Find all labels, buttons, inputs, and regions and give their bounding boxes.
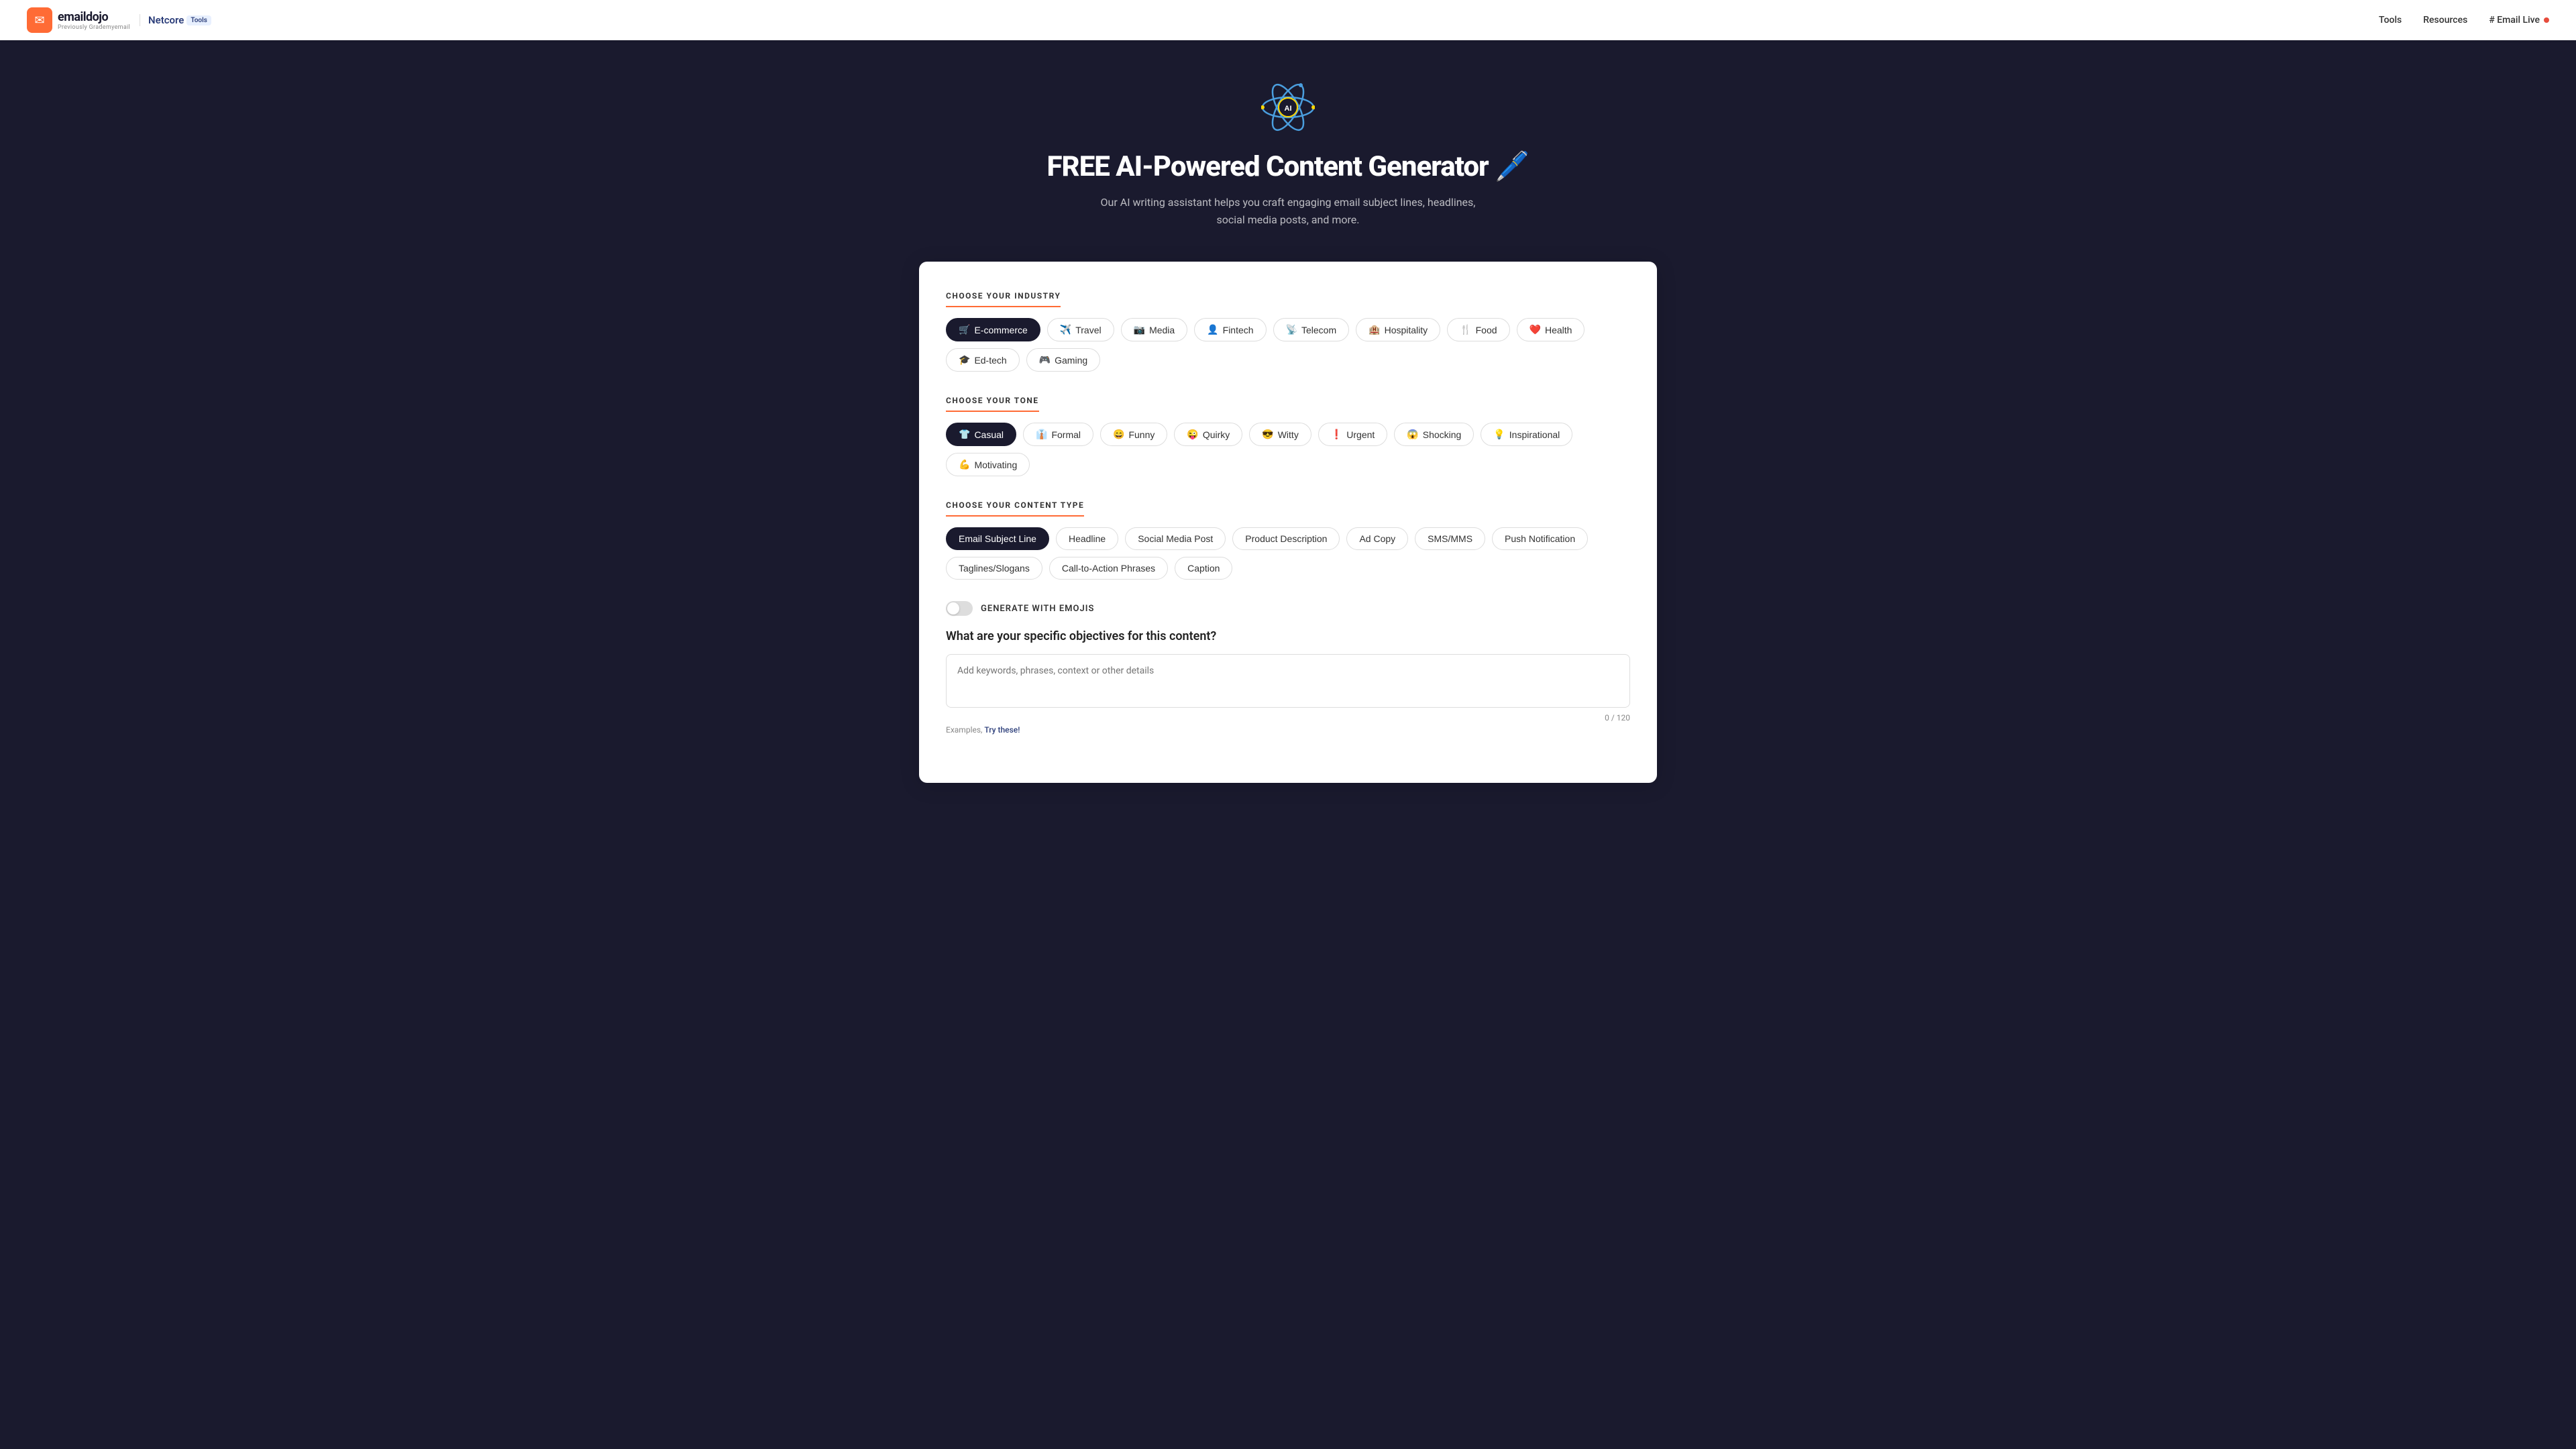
hero-subtitle: Our AI writing assistant helps you craft… — [1087, 194, 1489, 228]
industry-pill-icon: ✈️ — [1060, 324, 1071, 335]
industry-pill-ed-tech[interactable]: 🎓Ed-tech — [946, 348, 1020, 372]
examples-link: Examples, Try these! — [946, 725, 1630, 735]
tone-pill-icon: 😜 — [1187, 429, 1198, 440]
tone-section: CHOOSE YOUR TONE 👕Casual 👔Formal 😄Funny 😜Qu… — [946, 393, 1630, 476]
tone-section-title: CHOOSE YOUR TONE — [946, 396, 1039, 412]
tone-pill-icon: 😎 — [1262, 429, 1273, 440]
content-pill-call-to-action-phrases[interactable]: Call-to-Action Phrases — [1049, 557, 1168, 580]
tone-pill-shocking[interactable]: 😱Shocking — [1394, 423, 1474, 446]
tone-pill-icon: 😱 — [1407, 429, 1418, 440]
objectives-title: What are your specific objectives for th… — [946, 629, 1630, 643]
content-type-section-title: CHOOSE YOUR CONTENT TYPE — [946, 500, 1084, 517]
tone-pill-icon: 👔 — [1036, 429, 1047, 440]
tone-pill-icon: ❗ — [1331, 429, 1342, 440]
industry-pill-food[interactable]: 🍴Food — [1447, 318, 1509, 341]
tone-pill-icon: 💡 — [1493, 429, 1505, 440]
industry-pill-icon: 🛒 — [959, 324, 970, 335]
emojis-toggle-switch[interactable] — [946, 601, 973, 616]
industry-pill-media[interactable]: 📷Media — [1121, 318, 1188, 341]
tone-pill-icon: 😄 — [1113, 429, 1124, 440]
live-dot — [2544, 17, 2549, 23]
content-type-pills: Email Subject Line Headline Social Media P… — [946, 527, 1630, 580]
tone-pill-icon: 👕 — [959, 429, 970, 440]
tools-badge: Tools — [186, 15, 211, 25]
nav-resources[interactable]: Resources — [2423, 15, 2467, 25]
ai-atom-svg: AI — [1261, 80, 1315, 134]
industry-pill-e-commerce[interactable]: 🛒E-commerce — [946, 318, 1040, 341]
nav-tools[interactable]: Tools — [2379, 15, 2402, 25]
tone-pill-funny[interactable]: 😄Funny — [1100, 423, 1167, 446]
content-pill-product-description[interactable]: Product Description — [1232, 527, 1340, 550]
email-live-label: # Email Live — [2489, 15, 2540, 25]
tone-pill-quirky[interactable]: 😜Quirky — [1174, 423, 1242, 446]
char-count: 0 / 120 — [946, 713, 1630, 722]
content-type-section: CHOOSE YOUR CONTENT TYPE Email Subject L… — [946, 498, 1630, 580]
netcore-badge: Netcore Tools — [140, 14, 211, 26]
logo-sub-text: Previously Grademyemail — [58, 24, 130, 31]
industry-section-title: CHOOSE YOUR INDUSTRY — [946, 291, 1061, 307]
hero-title: FREE AI-Powered Content Generator 🖊️ — [27, 150, 2549, 183]
content-pill-sms-mms[interactable]: SMS/MMS — [1415, 527, 1485, 550]
objectives-input[interactable] — [946, 654, 1630, 708]
svg-text:AI: AI — [1285, 105, 1292, 113]
industry-pill-travel[interactable]: ✈️Travel — [1047, 318, 1114, 341]
logo-main-text: emaildojo — [58, 10, 130, 24]
tone-pill-casual[interactable]: 👕Casual — [946, 423, 1016, 446]
industry-pill-icon: 🍴 — [1460, 324, 1471, 335]
emojis-toggle-label: GENERATE WITH EMOJIS — [981, 604, 1094, 614]
industry-pill-fintech[interactable]: 👤Fintech — [1194, 318, 1266, 341]
industry-pill-icon: ❤️ — [1529, 324, 1541, 335]
navbar-nav: Tools Resources # Email Live — [2379, 15, 2549, 25]
industry-section: CHOOSE YOUR INDUSTRY 🛒E-commerce ✈️Travel… — [946, 288, 1630, 372]
objectives-section: What are your specific objectives for th… — [946, 629, 1630, 735]
content-pill-email-subject-line[interactable]: Email Subject Line — [946, 527, 1049, 550]
industry-pill-icon: 🎮 — [1039, 354, 1051, 366]
navbar: ✉ emaildojo Previously Grademyemail Netc… — [0, 0, 2576, 40]
content-pill-social-media-post[interactable]: Social Media Post — [1125, 527, 1226, 550]
tone-pill-formal[interactable]: 👔Formal — [1023, 423, 1093, 446]
logo-icon: ✉ — [27, 7, 52, 33]
content-pill-caption[interactable]: Caption — [1175, 557, 1232, 580]
content-pill-taglines-slogans[interactable]: Taglines/Slogans — [946, 557, 1042, 580]
logo-mark: ✉ emaildojo Previously Grademyemail — [27, 7, 130, 33]
email-live-link[interactable]: # Email Live — [2489, 15, 2549, 25]
industry-pill-icon: 🎓 — [959, 354, 970, 366]
industry-pill-health[interactable]: ❤️Health — [1517, 318, 1585, 341]
try-these-link[interactable]: Try these! — [984, 725, 1020, 735]
logo-text-block: emaildojo Previously Grademyemail — [58, 10, 130, 31]
content-pill-push-notification[interactable]: Push Notification — [1492, 527, 1588, 550]
industry-pill-icon: 👤 — [1207, 324, 1218, 335]
tone-pill-inspirational[interactable]: 💡Inspirational — [1481, 423, 1572, 446]
content-pill-ad-copy[interactable]: Ad Copy — [1346, 527, 1408, 550]
main-card: CHOOSE YOUR INDUSTRY 🛒E-commerce ✈️Travel… — [919, 262, 1657, 783]
netcore-text: Netcore — [148, 14, 184, 26]
industry-pill-icon: 📷 — [1134, 324, 1145, 335]
content-pill-headline[interactable]: Headline — [1056, 527, 1118, 550]
hero-section: AI FREE AI-Powered Content Generator 🖊️ … — [0, 40, 2576, 282]
tone-pills: 👕Casual 👔Formal 😄Funny 😜Quirky 😎Witty ❗Urgent… — [946, 423, 1630, 476]
industry-pill-icon: 📡 — [1286, 324, 1297, 335]
industry-pill-gaming[interactable]: 🎮Gaming — [1026, 348, 1100, 372]
industry-pill-icon: 🏨 — [1368, 324, 1380, 335]
logo-area: ✉ emaildojo Previously Grademyemail Netc… — [27, 7, 211, 33]
tone-pill-witty[interactable]: 😎Witty — [1249, 423, 1311, 446]
hero-icon: AI — [27, 80, 2549, 137]
tone-pill-icon: 💪 — [959, 459, 970, 470]
industry-pills: 🛒E-commerce ✈️Travel 📷Media 👤Fintech 📡Teleco… — [946, 318, 1630, 372]
tone-pill-motivating[interactable]: 💪Motivating — [946, 453, 1030, 476]
industry-pill-hospitality[interactable]: 🏨Hospitality — [1356, 318, 1440, 341]
industry-pill-telecom[interactable]: 📡Telecom — [1273, 318, 1350, 341]
tone-pill-urgent[interactable]: ❗Urgent — [1318, 423, 1387, 446]
emojis-toggle-row: GENERATE WITH EMOJIS — [946, 601, 1630, 616]
